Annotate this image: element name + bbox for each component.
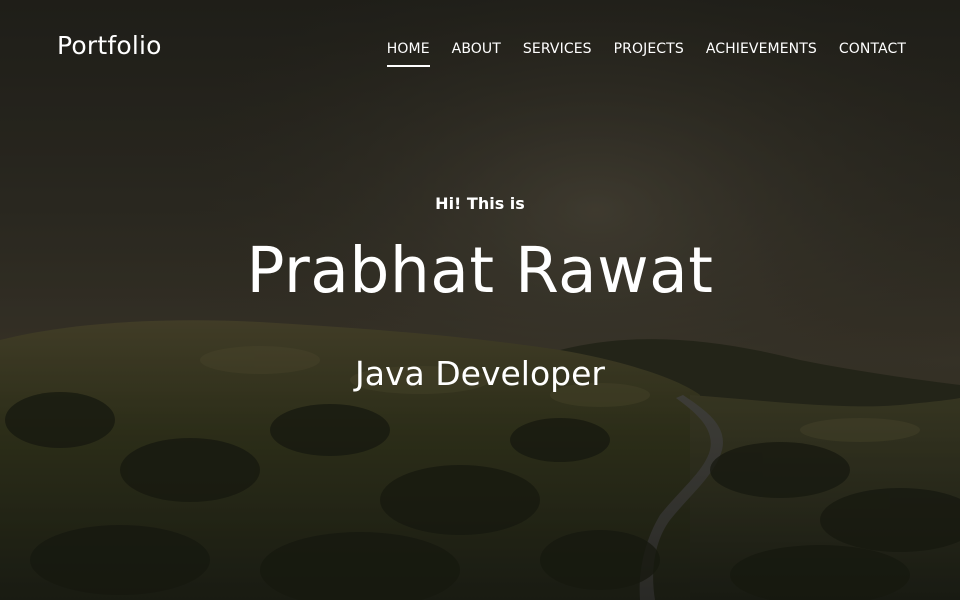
brand-logo-link[interactable]: Portfolio <box>57 31 162 60</box>
nav-item-contact: CONTACT <box>839 38 906 67</box>
nav-link-contact[interactable]: CONTACT <box>839 41 906 67</box>
hero-role: Java Developer <box>355 354 605 393</box>
nav-link-home[interactable]: HOME <box>387 41 430 67</box>
nav-item-services: SERVICES <box>523 38 592 67</box>
nav-link-achievements[interactable]: ACHIEVEMENTS <box>706 41 817 67</box>
nav-item-achievements: ACHIEVEMENTS <box>706 38 817 67</box>
nav-menu: HOME ABOUT SERVICES PROJECTS ACHIEVEMENT… <box>365 38 906 67</box>
nav-item-home: HOME <box>387 38 430 67</box>
nav-link-projects[interactable]: PROJECTS <box>614 41 684 67</box>
nav-link-services[interactable]: SERVICES <box>523 41 592 67</box>
hero-section: Portfolio HOME ABOUT SERVICES PROJECTS A… <box>0 0 960 600</box>
nav-item-about: ABOUT <box>452 38 501 67</box>
hero-greeting: Hi! This is <box>435 194 525 213</box>
top-navbar: Portfolio HOME ABOUT SERVICES PROJECTS A… <box>0 0 960 94</box>
nav-link-about[interactable]: ABOUT <box>452 41 501 67</box>
hero-name: Prabhat Rawat <box>246 234 714 307</box>
nav-item-projects: PROJECTS <box>614 38 684 67</box>
